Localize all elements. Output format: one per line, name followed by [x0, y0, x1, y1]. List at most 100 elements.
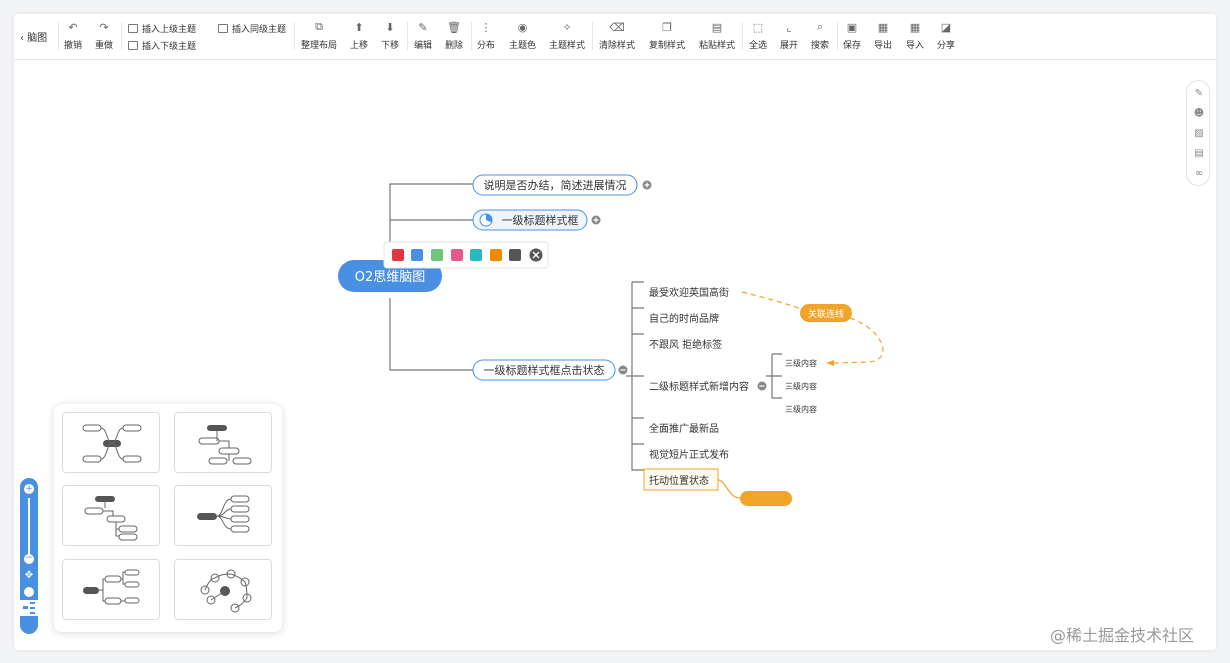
layout-option-bubble[interactable]: [174, 559, 272, 620]
subtopic-label: 托动位置状态: [649, 474, 709, 487]
topic-node-active[interactable]: 一级标题样式框点击状态: [472, 359, 616, 381]
save-icon: ▣: [846, 20, 858, 34]
subtopic-label[interactable]: 视觉短片正式发布: [649, 448, 729, 461]
move-icon[interactable]: ✥: [23, 570, 35, 582]
third-level-label[interactable]: 三级内容: [785, 404, 817, 414]
color-swatch[interactable]: [509, 249, 521, 261]
right-toolbar: ✎ ☻ ▨ ▤ ∞: [1186, 80, 1210, 186]
expand-icon[interactable]: [591, 215, 601, 225]
share-icon: ◪: [940, 20, 952, 34]
back-label: 脑图: [27, 33, 48, 44]
search-icon: ⌕: [816, 20, 824, 33]
zoom-out-icon[interactable]: −: [24, 554, 34, 564]
root-label: O2思维脑图: [355, 270, 426, 285]
insert-parent-icon: [128, 24, 138, 33]
image-icon[interactable]: ▨: [1193, 127, 1205, 139]
copy-style-button[interactable]: ❐ 复制样式: [649, 20, 685, 52]
color-swatch[interactable]: [490, 249, 502, 261]
color-swatch[interactable]: [451, 249, 463, 261]
layout-panel: [54, 404, 282, 632]
topic-node-selected[interactable]: 一级标题样式框: [472, 209, 588, 231]
redo-icon: ↷: [99, 20, 109, 34]
toolbar-divider: [837, 22, 838, 50]
insert-parent-button[interactable]: 插入上级主题: [128, 22, 196, 35]
toolbar-divider: [592, 22, 593, 50]
toolbar-divider: [294, 22, 295, 50]
expand-button[interactable]: ⌞ 展开: [780, 20, 798, 52]
layout-option-logic[interactable]: [62, 559, 160, 620]
move-down-button[interactable]: ⬇ 下移: [381, 20, 399, 52]
pen-icon[interactable]: ✎: [1193, 87, 1205, 99]
layout-option-tree[interactable]: [62, 485, 160, 546]
tidy-layout-button[interactable]: ⧉ 整理布局: [301, 20, 337, 51]
layout-option-org-chart[interactable]: [174, 412, 272, 473]
edit-icon: ✎: [418, 20, 428, 34]
arrow-up-icon: ⬆: [354, 20, 364, 34]
close-icon[interactable]: [529, 248, 543, 262]
clear-style-button[interactable]: ⌫ 清除样式: [599, 20, 635, 52]
relation-line[interactable]: [833, 317, 884, 364]
subtopic-label[interactable]: 最受欢迎英国高街: [649, 286, 729, 299]
move-up-button[interactable]: ⬆ 上移: [350, 20, 368, 52]
note-icon[interactable]: ▤: [1193, 147, 1205, 159]
topic-label: 一级标题样式框: [502, 213, 579, 227]
import-icon: ▦: [909, 20, 921, 34]
export-button[interactable]: ▦ 导出: [874, 20, 892, 52]
color-swatch[interactable]: [411, 249, 423, 261]
relation-line[interactable]: [741, 291, 805, 311]
dragging-node[interactable]: 托动位置状态: [643, 468, 719, 491]
collapse-icon[interactable]: [618, 365, 628, 375]
toolbar-divider: [471, 22, 472, 50]
layout-option-mindmap[interactable]: [62, 412, 160, 473]
color-swatch[interactable]: [470, 249, 482, 261]
paint-roller-icon: ▤: [711, 20, 723, 34]
subtopic-label[interactable]: 自己的时尚品牌: [649, 312, 719, 325]
collapse-icon[interactable]: [757, 381, 767, 391]
theme-style-button[interactable]: ✧ 主题样式: [549, 20, 585, 52]
expand-icon[interactable]: [642, 180, 652, 190]
distribute-button[interactable]: ⋮ 分布: [477, 20, 495, 52]
undo-button[interactable]: ↶ 撤销: [64, 20, 82, 52]
insert-sibling-button[interactable]: 插入同级主题: [218, 22, 286, 35]
select-all-icon: ⬚: [752, 20, 764, 34]
toolbar-divider: [121, 22, 122, 50]
save-button[interactable]: ▣ 保存: [843, 20, 861, 52]
share-button[interactable]: ◪ 分享: [937, 20, 955, 52]
relation-label-tag[interactable]: 关联连线: [800, 304, 852, 322]
insert-child-icon: [128, 41, 138, 50]
watermark: @稀土掘金技术社区: [1050, 626, 1195, 645]
subtopic-label[interactable]: 二级标题样式新增内容: [649, 380, 749, 393]
back-button[interactable]: ‹ 脑图: [20, 29, 47, 44]
delete-button[interactable]: 🗑 删除: [445, 20, 463, 52]
subtopic-label[interactable]: 全面推广最新品: [649, 422, 719, 435]
emoji-icon[interactable]: ☻: [1193, 107, 1205, 119]
layout-option-fishbone[interactable]: [174, 485, 272, 546]
third-level-label[interactable]: 三级内容: [785, 358, 817, 368]
layout-switch-icon[interactable]: [20, 600, 38, 616]
zoom-bar: + − ✥: [20, 478, 38, 634]
topic-label: 一级标题样式框点击状态: [484, 363, 605, 377]
zoom-in-icon[interactable]: +: [24, 484, 34, 494]
connector-line: [632, 281, 644, 445]
toolbar: ‹ 脑图 ↶ 撤销 ↷ 重做 插入上级主题 插入同级主题 插入下级主题 ⧉ 整理布局 …: [14, 14, 1216, 60]
insert-child-button[interactable]: 插入下级主题: [128, 39, 196, 52]
eraser-icon: ⌫: [609, 20, 625, 34]
topic-node[interactable]: 说明是否办结，简述进展情况: [472, 174, 638, 196]
select-all-button[interactable]: ⬚ 全选: [749, 20, 767, 52]
zoom-slider[interactable]: [28, 498, 30, 554]
color-swatch[interactable]: [392, 249, 404, 261]
edit-button[interactable]: ✎ 编辑: [414, 20, 432, 52]
paste-style-button[interactable]: ▤ 粘贴样式: [699, 20, 735, 52]
fit-icon[interactable]: [24, 587, 34, 597]
third-level-label[interactable]: 三级内容: [785, 381, 817, 391]
toolbar-divider: [742, 22, 743, 50]
copy-icon: ❐: [662, 20, 672, 34]
theme-color-button[interactable]: ◉ 主题色: [509, 20, 536, 52]
color-swatch[interactable]: [431, 249, 443, 261]
search-button[interactable]: ⌕ 搜索: [811, 20, 829, 51]
import-button[interactable]: ▦ 导入: [906, 20, 924, 52]
subtopic-label[interactable]: 不跟风 拒绝标签: [649, 338, 722, 351]
redo-button[interactable]: ↷ 重做: [95, 20, 113, 52]
link-icon[interactable]: ∞: [1193, 167, 1205, 179]
distribute-icon: ⋮: [480, 20, 492, 34]
